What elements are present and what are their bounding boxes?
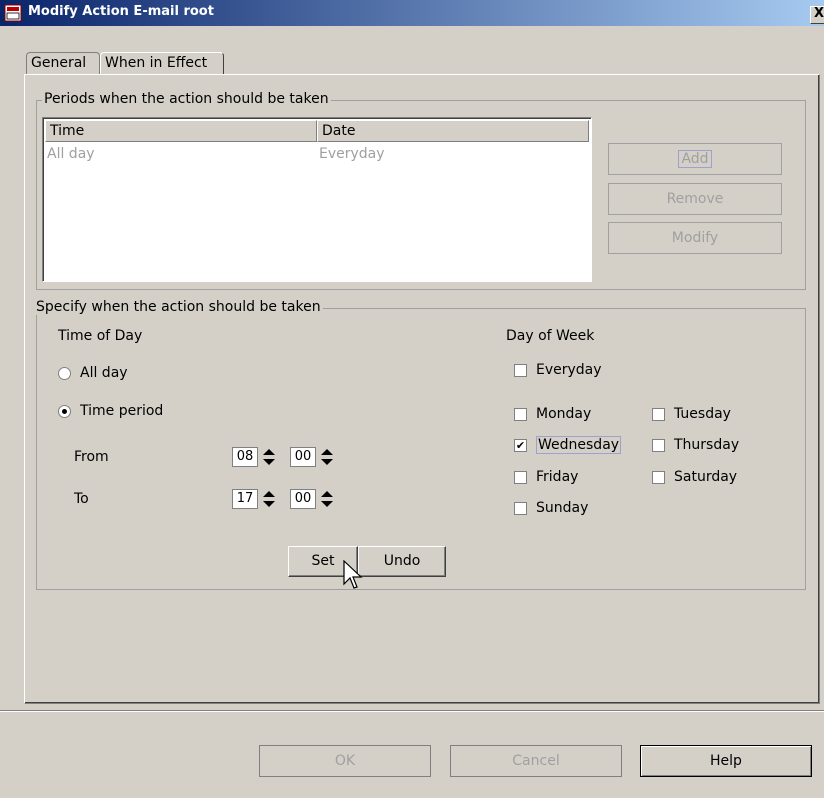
cancel-button[interactable]: Cancel <box>450 745 622 777</box>
all-day-radio-indicator <box>58 367 71 380</box>
mouse-cursor-icon <box>343 560 363 589</box>
tuesday-label: Tuesday <box>674 406 731 422</box>
close-button[interactable]: X <box>810 6 824 24</box>
from-label: From <box>74 449 109 465</box>
thursday-checkbox[interactable]: Thursday <box>652 436 772 456</box>
tuesday-checkbox[interactable]: Tuesday <box>652 405 772 425</box>
tuesday-checkbox-box <box>652 408 665 421</box>
wednesday-checkbox[interactable]: ✔ Wednesday <box>514 436 634 456</box>
to-hour-field[interactable]: 17 <box>232 489 258 509</box>
everyday-checkbox-box <box>514 364 527 377</box>
to-minute-field[interactable]: 00 <box>290 489 316 509</box>
saturday-checkbox-box <box>652 471 665 484</box>
from-hour-spinner-icon[interactable] <box>262 447 276 467</box>
everyday-label: Everyday <box>536 362 602 378</box>
wednesday-label: Wednesday <box>536 436 622 454</box>
sunday-label: Sunday <box>536 500 589 516</box>
time-period-label: Time period <box>80 403 164 419</box>
tab-general-label: General <box>31 55 87 71</box>
sunday-checkbox[interactable]: Sunday <box>514 499 634 519</box>
column-header-date[interactable]: Date <box>317 120 589 142</box>
saturday-label: Saturday <box>674 469 738 485</box>
monday-label: Monday <box>536 406 592 422</box>
modify-button[interactable]: Modify <box>608 222 782 254</box>
time-period-radio-indicator <box>58 405 71 418</box>
monday-checkbox[interactable]: Monday <box>514 405 634 425</box>
to-minute-spinner-icon[interactable] <box>320 489 334 509</box>
ok-button[interactable]: OK <box>259 745 431 777</box>
add-button-label: Add <box>678 150 712 168</box>
all-day-label: All day <box>80 365 128 381</box>
remove-button[interactable]: Remove <box>608 183 782 215</box>
all-day-radio[interactable]: All day <box>58 364 198 384</box>
footer-separator <box>0 710 824 712</box>
thursday-checkbox-box <box>652 439 665 452</box>
to-label: To <box>74 491 89 507</box>
app-icon <box>4 4 22 22</box>
specify-legend: Specify when the action should be taken <box>34 299 323 315</box>
friday-label: Friday <box>536 469 579 485</box>
cell-time: All day <box>47 146 95 162</box>
from-minute-spinner-icon[interactable] <box>320 447 334 467</box>
window-title: Modify Action E-mail root <box>28 4 214 19</box>
cell-date: Everyday <box>319 146 385 162</box>
saturday-checkbox[interactable]: Saturday <box>652 468 772 488</box>
monday-checkbox-box <box>514 408 527 421</box>
from-minute-field[interactable]: 00 <box>290 447 316 467</box>
undo-button[interactable]: Undo <box>358 546 446 577</box>
add-button[interactable]: Add <box>608 143 782 175</box>
periods-legend: Periods when the action should be taken <box>42 91 331 107</box>
table-row[interactable]: All day Everyday <box>45 144 589 164</box>
friday-checkbox-box <box>514 471 527 484</box>
from-hour-field[interactable]: 08 <box>232 447 258 467</box>
tab-when-in-effect[interactable]: When in Effect <box>100 52 224 74</box>
help-button[interactable]: Help <box>640 745 812 777</box>
thursday-label: Thursday <box>674 437 740 453</box>
day-of-week-heading: Day of Week <box>506 328 595 344</box>
time-of-day-heading: Time of Day <box>58 328 143 344</box>
everyday-checkbox[interactable]: Everyday <box>514 361 634 381</box>
check-icon: ✔ <box>514 439 527 452</box>
column-header-time[interactable]: Time <box>45 120 317 142</box>
periods-table[interactable]: Time Date All day Everyday <box>42 117 592 282</box>
title-bar: Modify Action E-mail root X <box>0 0 824 26</box>
tab-general[interactable]: General <box>26 52 100 74</box>
tab-when-in-effect-label: When in Effect <box>105 55 208 71</box>
sunday-checkbox-box <box>514 502 527 515</box>
to-hour-spinner-icon[interactable] <box>262 489 276 509</box>
friday-checkbox[interactable]: Friday <box>514 468 634 488</box>
time-period-radio[interactable]: Time period <box>58 402 198 422</box>
